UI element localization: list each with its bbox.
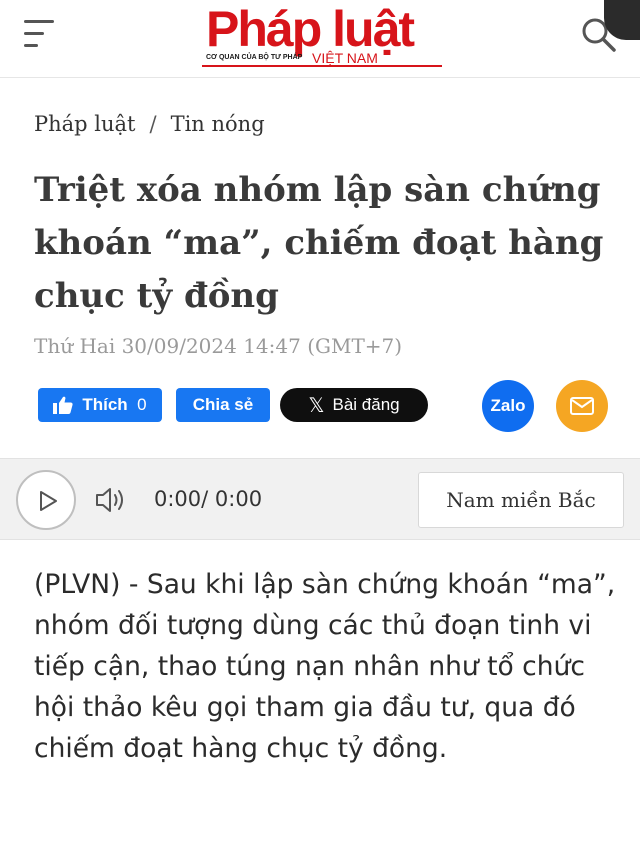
like-count: 0 <box>137 395 147 414</box>
site-logo[interactable]: Pháp luật CƠ QUAN CỦA BỘ TƯ PHÁP VIỆT NA… <box>202 1 442 70</box>
logo-tagline: CƠ QUAN CỦA BỘ TƯ PHÁP <box>206 54 303 61</box>
article-date: Thứ Hai 30/09/2024 14:47 (GMT+7) <box>34 334 403 358</box>
like-label: Thích <box>82 395 128 414</box>
email-share-button[interactable] <box>556 380 608 432</box>
logo-underline <box>202 65 442 67</box>
volume-icon[interactable] <box>94 485 130 515</box>
zalo-share-button[interactable]: Zalo <box>482 380 534 432</box>
audio-player: 0:00/ 0:00 Nam miền Bắc <box>0 458 640 540</box>
site-header: Pháp luật CƠ QUAN CỦA BỘ TƯ PHÁP VIỆT NA… <box>0 0 640 78</box>
logo-title: Pháp luật <box>206 1 415 57</box>
logo-country: VIỆT NAM <box>312 50 378 66</box>
breadcrumb-separator: / <box>149 112 157 136</box>
menu-icon[interactable] <box>24 20 56 50</box>
x-logo-icon: 𝕏 <box>308 394 325 417</box>
breadcrumb-item-phap-luat[interactable]: Pháp luật <box>34 112 136 136</box>
play-button[interactable] <box>16 470 76 530</box>
x-post-label: Bài đăng <box>332 395 400 414</box>
breadcrumb-item-tin-nong[interactable]: Tin nóng <box>171 112 265 136</box>
play-icon <box>40 491 57 511</box>
article-title: Triệt xóa nhóm lập sàn chứng khoán “ma”,… <box>34 170 604 316</box>
breadcrumb: Pháp luật / Tin nóng <box>34 112 265 136</box>
facebook-share-button[interactable]: Chia sẻ <box>176 388 270 422</box>
mail-icon <box>570 397 594 415</box>
x-post-button[interactable]: 𝕏 Bài đăng <box>280 388 428 422</box>
thumbs-up-icon <box>53 396 73 414</box>
article-sapo: (PLVN) - Sau khi lập sàn chứng khoán “ma… <box>34 569 616 764</box>
voice-select[interactable]: Nam miền Bắc <box>418 472 624 528</box>
facebook-like-button[interactable]: Thích 0 <box>38 388 162 422</box>
playback-time: 0:00/ 0:00 <box>154 487 263 511</box>
